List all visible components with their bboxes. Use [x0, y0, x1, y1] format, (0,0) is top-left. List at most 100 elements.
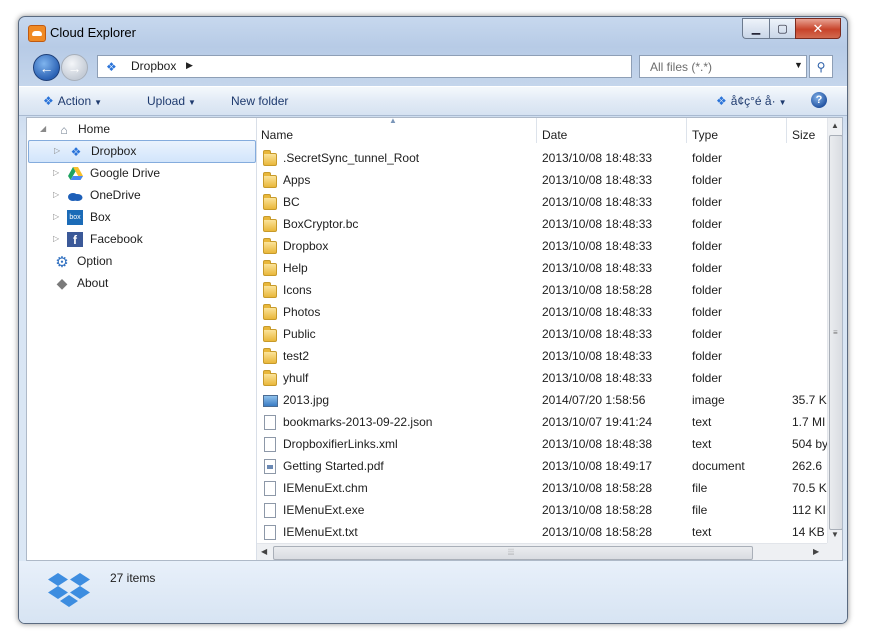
- column-header-type[interactable]: Type: [692, 128, 718, 142]
- file-type: text: [692, 415, 712, 429]
- column-header-size[interactable]: Size: [792, 128, 815, 142]
- file-row[interactable]: Apps 2013/10/08 18:48:33 folder: [257, 169, 827, 191]
- file-row[interactable]: BC 2013/10/08 18:48:33 folder: [257, 191, 827, 213]
- file-row[interactable]: DropboxifierLinks.xml 2013/10/08 18:48:38…: [257, 433, 828, 455]
- chevron-down-icon: ▼: [778, 98, 787, 107]
- file-date: 2013/10/08 18:48:33: [542, 217, 653, 231]
- horizontal-scrollbar[interactable]: ◀ ⦙⦙⦙ ▶: [257, 543, 827, 560]
- tree-item-facebook[interactable]: ▷ f Facebook: [27, 229, 255, 250]
- file-name: IEMenuExt.chm: [283, 481, 368, 495]
- column-divider[interactable]: [536, 118, 537, 143]
- address-bar[interactable]: ❖ Dropbox ▶ ⇆: [97, 55, 704, 78]
- file-row[interactable]: 2013.jpg 2014/07/20 1:58:56 image 35.7 K: [257, 389, 827, 411]
- file-size: 262.6: [792, 459, 823, 473]
- folder-icon: [263, 260, 277, 276]
- scroll-down-arrow-icon[interactable]: ▼: [831, 530, 839, 539]
- scroll-right-arrow-icon[interactable]: ▶: [813, 547, 819, 556]
- file-type: folder: [692, 305, 723, 319]
- file-name: BC: [283, 195, 300, 209]
- scroll-left-arrow-icon[interactable]: ◀: [261, 547, 267, 556]
- folder-icon: [263, 172, 277, 188]
- address-text[interactable]: Dropbox: [131, 59, 176, 73]
- file-type: folder: [692, 195, 723, 209]
- tree-item-home[interactable]: ◢ ⌂ Home: [27, 119, 255, 140]
- file-date: 2013/10/08 18:48:33: [542, 261, 653, 275]
- grip-icon: ⦙⦙⦙: [508, 547, 515, 557]
- breadcrumb-arrow-icon[interactable]: ▶: [186, 60, 193, 71]
- file-row[interactable]: .SecretSync_tunnel_Root 2013/10/08 18:48:…: [257, 147, 827, 169]
- language-menu-button[interactable]: ❖ å¢ç°é å· ▼: [716, 94, 787, 108]
- file-row[interactable]: Icons 2013/10/08 18:58:28 folder: [257, 279, 827, 301]
- file-date: 2013/10/08 18:58:28: [542, 481, 653, 495]
- file-row[interactable]: Getting Started.pdf 2013/10/08 18:49:17 do…: [257, 455, 827, 477]
- file-type: folder: [692, 173, 723, 187]
- file-name: Help: [283, 261, 308, 275]
- tree-item-option[interactable]: ⚙ Option: [27, 251, 255, 272]
- tree-item-box[interactable]: ▷ box Box: [27, 207, 255, 228]
- file-filter-select[interactable]: All files (*.*) ▼: [639, 55, 807, 78]
- file-row[interactable]: IEMenuExt.txt 2013/10/08 18:58:28 text 14 K…: [257, 521, 827, 543]
- action-menu-button[interactable]: ❖ Action ▼: [43, 94, 102, 108]
- file-type: text: [692, 525, 712, 539]
- new-folder-button[interactable]: New folder: [231, 94, 288, 108]
- details-pane: 27 items: [19, 561, 847, 623]
- file-date: 2013/10/08 18:58:28: [542, 283, 653, 297]
- tree-item-google-drive[interactable]: ▷ Google Drive: [27, 163, 255, 184]
- facebook-icon: f: [67, 232, 83, 247]
- tree-item-dropbox[interactable]: ▷ ❖ Dropbox: [28, 140, 256, 163]
- column-divider[interactable]: [786, 118, 787, 143]
- file-row[interactable]: IEMenuExt.exe 2013/10/08 18:58:28 file 112 …: [257, 499, 827, 521]
- column-header-name[interactable]: Name: [261, 128, 293, 142]
- file-name: .SecretSync_tunnel_Root: [283, 151, 420, 165]
- scroll-up-arrow-icon[interactable]: ▲: [831, 121, 839, 130]
- column-divider[interactable]: [686, 118, 687, 143]
- tree-item-onedrive[interactable]: ▷ OneDrive: [27, 185, 255, 206]
- folder-icon: [263, 150, 277, 166]
- expanded-arrow-icon[interactable]: ◢: [40, 124, 46, 133]
- back-button[interactable]: ←: [33, 54, 60, 81]
- file-date: 2013/10/08 18:48:33: [542, 327, 653, 341]
- horizontal-scroll-thumb[interactable]: ⦙⦙⦙: [273, 546, 753, 560]
- search-button[interactable]: ⚲: [809, 55, 833, 78]
- file-date: 2013/10/08 18:58:28: [542, 525, 653, 539]
- chevron-down-icon: ▼: [188, 98, 196, 107]
- close-button[interactable]: ✕: [795, 18, 841, 39]
- file-row[interactable]: IEMenuExt.chm 2013/10/08 18:58:28 file 70.5…: [257, 477, 827, 499]
- collapsed-arrow-icon[interactable]: ▷: [53, 168, 59, 177]
- minimize-button[interactable]: ▁: [742, 18, 769, 39]
- file-row[interactable]: Photos 2013/10/08 18:48:33 folder: [257, 301, 827, 323]
- dropbox-icon: ❖: [70, 144, 82, 159]
- file-row[interactable]: bookmarks-2013-09-22.json 2013/10/07 19:4…: [257, 411, 827, 433]
- window-title: Cloud Explorer: [50, 25, 136, 40]
- collapsed-arrow-icon[interactable]: ▷: [53, 212, 59, 221]
- collapsed-arrow-icon[interactable]: ▷: [54, 146, 60, 155]
- file-row[interactable]: Public 2013/10/08 18:48:33 folder: [257, 323, 827, 345]
- home-icon: ⌂: [60, 122, 68, 137]
- file-date: 2013/10/08 18:49:17: [542, 459, 653, 473]
- vertical-scroll-thumb[interactable]: ≡: [829, 135, 842, 530]
- upload-menu-button[interactable]: Upload ▼: [147, 94, 196, 108]
- help-icon[interactable]: ?: [811, 92, 827, 108]
- file-row[interactable]: Dropbox 2013/10/08 18:48:33 folder: [257, 235, 827, 257]
- column-header-date[interactable]: Date: [542, 128, 567, 142]
- file-row[interactable]: BoxCryptor.bc 2013/10/08 18:48:33 folder: [257, 213, 827, 235]
- file-row[interactable]: test2 2013/10/08 18:48:33 folder: [257, 345, 827, 367]
- file-row[interactable]: Help 2013/10/08 18:48:33 folder: [257, 257, 827, 279]
- document-file-icon: [264, 415, 276, 430]
- file-type: folder: [692, 371, 723, 385]
- main-window: Cloud Explorer ▁ ▢ ✕ ← → ❖ Dropbox ▶ ⇆ A…: [18, 16, 848, 624]
- file-name: 2013.jpg: [283, 393, 330, 407]
- file-name: IEMenuExt.txt: [283, 525, 358, 539]
- collapsed-arrow-icon[interactable]: ▷: [53, 234, 59, 243]
- forward-button[interactable]: →: [61, 54, 88, 81]
- file-row[interactable]: yhulf 2013/10/08 18:48:33 folder: [257, 367, 827, 389]
- scrollbar-corner: [827, 543, 842, 560]
- chevron-down-icon: ▼: [794, 60, 803, 70]
- file-type: folder: [692, 283, 723, 297]
- collapsed-arrow-icon[interactable]: ▷: [53, 190, 59, 199]
- tree-item-about[interactable]: ◆ About: [27, 273, 255, 294]
- file-type: folder: [692, 217, 723, 231]
- maximize-button[interactable]: ▢: [769, 18, 795, 39]
- vertical-scrollbar[interactable]: ▲ ≡ ▼: [827, 118, 842, 543]
- document-file-icon: [264, 503, 276, 518]
